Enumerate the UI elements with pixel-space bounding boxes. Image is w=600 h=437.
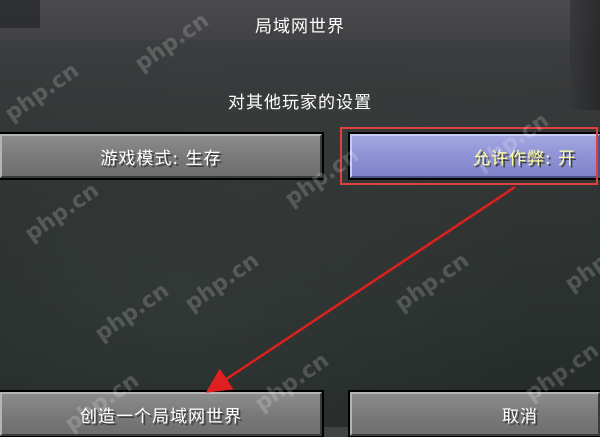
game-mode-label: 游戏模式: 生存 [100,148,222,169]
allow-cheats-label: 允许作弊: 开 [472,148,576,169]
game-mode-button[interactable]: 游戏模式: 生存 [0,132,324,180]
allow-cheats-button[interactable]: 允许作弊: 开 [348,132,600,180]
create-lan-world-label: 创造一个局域网世界 [80,406,242,427]
menu-dim-overlay [0,0,600,427]
screen-subtitle: 对其他玩家的设置 [228,93,372,113]
cancel-button[interactable]: 取消 [348,390,600,437]
screen-title: 局域网世界 [255,17,345,37]
cancel-label: 取消 [502,406,538,427]
create-lan-world-button[interactable]: 创造一个局域网世界 [0,390,324,437]
